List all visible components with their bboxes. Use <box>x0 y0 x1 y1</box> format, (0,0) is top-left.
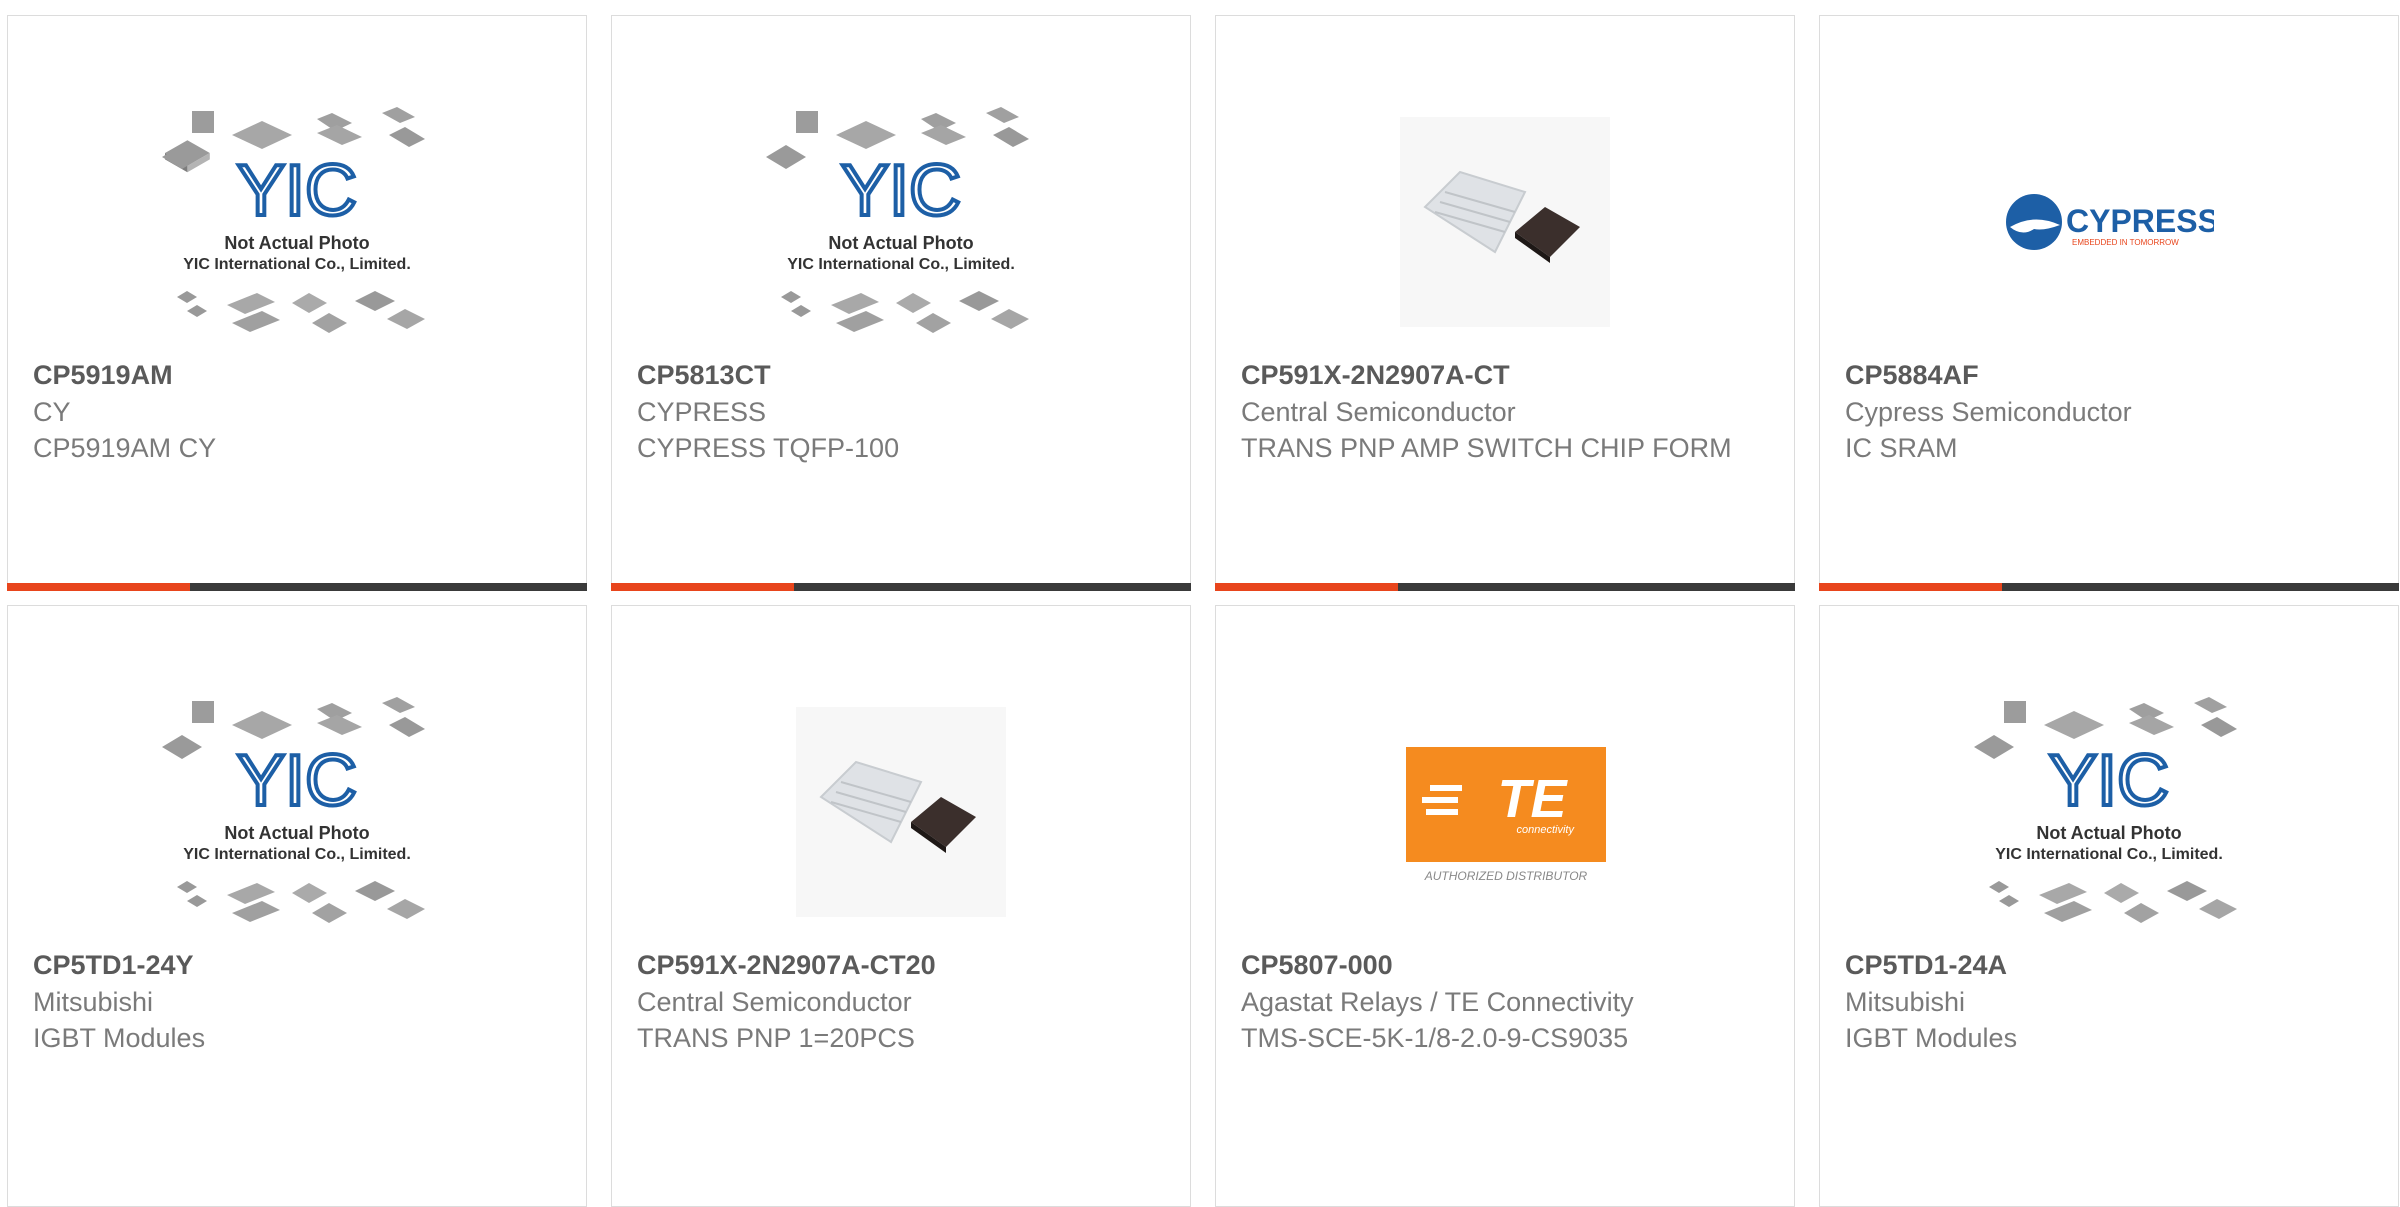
product-card[interactable]: YIC Not Actual Photo YIC International C… <box>7 605 587 1207</box>
placeholder-line1: Not Actual Photo <box>224 233 369 253</box>
not-actual-photo-placeholder: YIC Not Actual Photo YIC International C… <box>766 107 1029 333</box>
chip-photo-icon <box>1400 117 1610 327</box>
placeholder-line1: Not Actual Photo <box>828 233 973 253</box>
product-card[interactable]: CYPRESS EMBEDDED IN TOMORROW CP5884AF Cy… <box>1819 15 2399 591</box>
product-image[interactable]: YIC Not Actual Photo YIC International C… <box>8 86 586 358</box>
description: IC SRAM <box>1845 433 1958 463</box>
description: TRANS PNP 1=20PCS <box>637 1023 915 1053</box>
manufacturer: Central Semiconductor <box>637 987 912 1017</box>
part-number[interactable]: CP591X-2N2907A-CT20 <box>637 946 1165 984</box>
yic-logo-text: YIC <box>237 151 357 231</box>
description: IGBT Modules <box>1845 1023 2018 1053</box>
card-bottom-bar <box>611 583 1191 591</box>
description: IGBT Modules <box>33 1023 206 1053</box>
product-card[interactable]: CP591X-2N2907A-CT20 Central Semiconducto… <box>611 605 1191 1207</box>
manufacturer: Central Semiconductor <box>1241 397 1516 427</box>
manufacturer: Agastat Relays / TE Connectivity <box>1241 987 1634 1017</box>
part-number[interactable]: CP5884AF <box>1845 356 2373 394</box>
placeholder-line1: Not Actual Photo <box>224 823 369 843</box>
part-number[interactable]: CP591X-2N2907A-CT <box>1241 356 1769 394</box>
product-image[interactable] <box>1216 86 1794 358</box>
product-image[interactable]: YIC Not Actual Photo YIC International C… <box>8 676 586 948</box>
not-actual-photo-placeholder: YIC Not Actual Photo YIC International C… <box>1974 697 2237 923</box>
cypress-logo-name: CYPRESS <box>2066 203 2214 239</box>
not-actual-photo-placeholder: YIC Not Actual Photo YIC International C… <box>162 697 425 923</box>
te-logo-caption: AUTHORIZED DISTRIBUTOR <box>1424 869 1588 883</box>
product-card[interactable]: CP591X-2N2907A-CT Central Semiconductor … <box>1215 15 1795 591</box>
placeholder-line2: YIC International Co., Limited. <box>1995 846 2223 863</box>
placeholder-line2: YIC International Co., Limited. <box>787 256 1015 273</box>
not-actual-photo-placeholder: YIC Not Actual Photo YIC International C… <box>162 107 425 333</box>
product-image[interactable]: TE connectivity AUTHORIZED DISTRIBUTOR <box>1216 676 1794 948</box>
description: TMS-SCE-5K-1/8-2.0-9-CS9035 <box>1241 1023 1629 1053</box>
card-bottom-bar <box>1215 583 1795 591</box>
description: CYPRESS TQFP-100 <box>637 433 900 463</box>
manufacturer: Cypress Semiconductor <box>1845 397 2132 427</box>
description: TRANS PNP AMP SWITCH CHIP FORM <box>1241 433 1732 463</box>
manufacturer: Mitsubishi <box>33 987 154 1017</box>
product-card[interactable]: YIC Not Actual Photo YIC International C… <box>7 15 587 591</box>
part-number[interactable]: CP5813CT <box>637 356 1165 394</box>
part-number[interactable]: CP5TD1-24A <box>1845 946 2373 984</box>
manufacturer: Mitsubishi <box>1845 987 1966 1017</box>
product-card[interactable]: YIC Not Actual Photo YIC International C… <box>611 15 1191 591</box>
card-bottom-bar <box>1819 583 2399 591</box>
te-connectivity-logo: TE connectivity AUTHORIZED DISTRIBUTOR <box>1406 747 1606 883</box>
part-number[interactable]: CP5919AM <box>33 356 561 394</box>
description: CP5919AM CY <box>33 433 217 463</box>
product-image[interactable] <box>612 676 1190 948</box>
yic-logo-text: YIC <box>2049 741 2169 821</box>
product-card[interactable]: TE connectivity AUTHORIZED DISTRIBUTOR C… <box>1215 605 1795 1207</box>
manufacturer: CYPRESS <box>637 397 767 427</box>
te-logo-name: TE <box>1497 769 1568 829</box>
chip-photo-icon <box>796 707 1006 917</box>
placeholder-line1: Not Actual Photo <box>2036 823 2181 843</box>
yic-logo-text: YIC <box>841 151 961 231</box>
product-image[interactable]: CYPRESS EMBEDDED IN TOMORROW <box>1820 86 2398 358</box>
placeholder-line2: YIC International Co., Limited. <box>183 846 411 863</box>
te-logo-sub: connectivity <box>1517 824 1576 836</box>
product-image[interactable]: YIC Not Actual Photo YIC International C… <box>1820 676 2398 948</box>
manufacturer: CY <box>33 397 71 427</box>
card-bottom-bar <box>7 583 587 591</box>
part-number[interactable]: CP5807-000 <box>1241 946 1769 984</box>
cypress-logo-tagline: EMBEDDED IN TOMORROW <box>2072 238 2179 247</box>
yic-logo-text: YIC <box>237 741 357 821</box>
cypress-logo: CYPRESS EMBEDDED IN TOMORROW <box>2006 194 2214 250</box>
product-card[interactable]: YIC Not Actual Photo YIC International C… <box>1819 605 2399 1207</box>
part-number[interactable]: CP5TD1-24Y <box>33 946 561 984</box>
placeholder-line2: YIC International Co., Limited. <box>183 256 411 273</box>
product-image[interactable]: YIC Not Actual Photo YIC International C… <box>612 86 1190 358</box>
